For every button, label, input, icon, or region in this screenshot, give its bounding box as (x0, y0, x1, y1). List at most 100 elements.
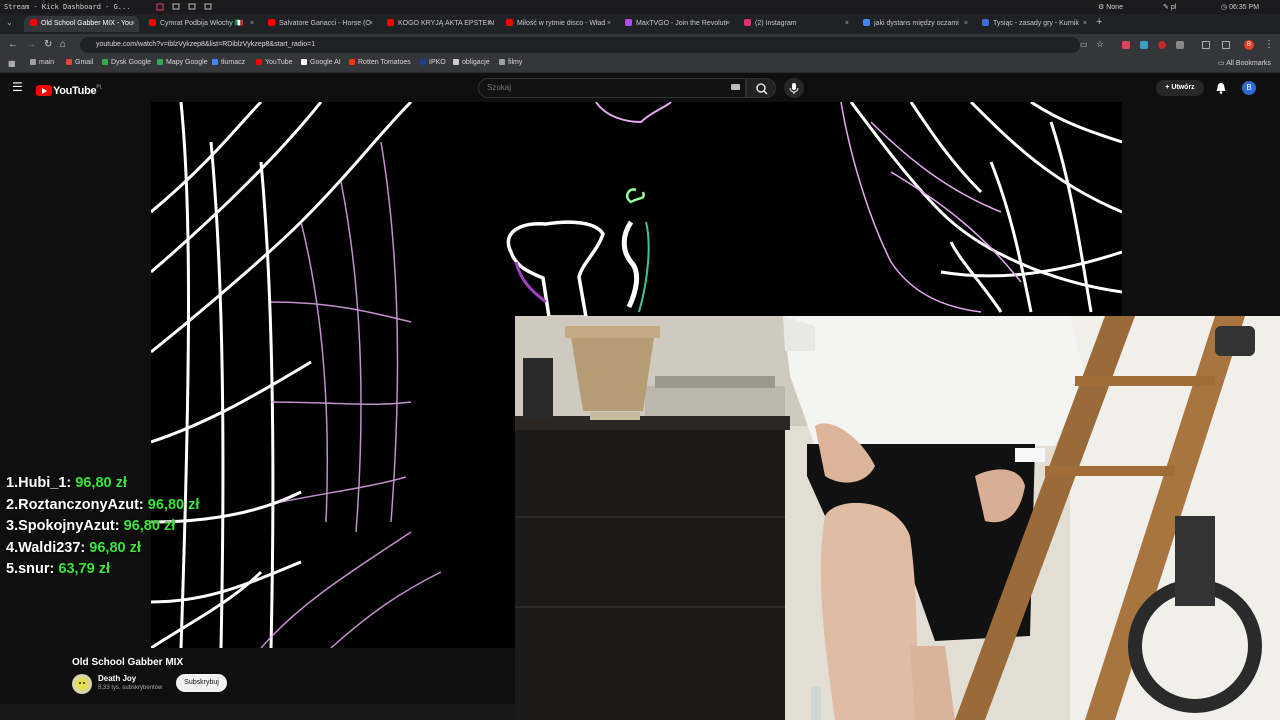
search-input[interactable] (478, 78, 746, 98)
tab-strip: ⌄ Old School Gabber MIX - You × Cymrat Pod… (0, 14, 1280, 34)
leaderboard-rank: 1. (6, 475, 19, 491)
leaderboard-amount: 96,80 zł (75, 475, 127, 491)
window-controls[interactable] (156, 3, 216, 13)
tab-7[interactable]: (2) Instagram × (738, 16, 853, 32)
reload-icon[interactable]: ↻ (44, 39, 52, 50)
bookmark-favicon-icon (301, 59, 307, 65)
bookmark-6[interactable]: YouTube (256, 59, 293, 66)
status-none[interactable]: ⚙ None (1098, 3, 1123, 11)
keyboard-icon[interactable] (731, 84, 740, 90)
youtube-logo[interactable]: YouTubePL (36, 82, 102, 97)
tab-title: KOGO KRYJĄ AKTA EPSTEIN (398, 20, 495, 27)
all-bookmarks[interactable]: ▭ All Bookmarks (1218, 59, 1271, 67)
bookmark-favicon-icon (157, 59, 163, 65)
bookmark-10[interactable]: obligacje (453, 59, 490, 66)
left-tunnel-inner (260, 141, 442, 648)
hamburger-menu-icon[interactable]: ☰ (12, 80, 23, 94)
bookmark-5[interactable]: tłumacz (212, 59, 245, 66)
apps-grid-icon[interactable]: ▦ (8, 59, 16, 68)
bookmark-4[interactable]: Mapy Google (157, 59, 208, 66)
leaderboard-name: RoztanczonyAzut: (18, 496, 144, 513)
new-tab-button[interactable]: + (1096, 16, 1102, 28)
leaderboard-name: Waldi237: (18, 539, 86, 556)
window-buttons-icon[interactable] (156, 3, 216, 11)
channel-name[interactable]: Death Joy (98, 674, 136, 683)
voice-search-button[interactable] (784, 78, 804, 98)
create-button[interactable]: + Utwórz (1156, 80, 1204, 96)
bookmark-label: Dysk Google (111, 59, 152, 66)
bookmark-2[interactable]: Gmail (66, 59, 93, 66)
menu-kebab-icon[interactable]: ⋮ (1264, 39, 1274, 50)
bookmark-7[interactable]: Google AI (301, 59, 341, 66)
back-icon[interactable]: ← (8, 39, 18, 50)
bookmark-favicon-icon (256, 59, 262, 65)
leaderboard-rank: 5. (6, 561, 19, 577)
leaderboard-row: 1.Hubi_1: 96,80 zł (6, 475, 199, 497)
leaderboard-amount: 63,79 zł (58, 561, 110, 577)
tab-8[interactable]: jaki dystans między oczami × (857, 16, 972, 32)
tab-favicon-icon (387, 19, 394, 26)
bookmark-favicon-icon (212, 59, 218, 65)
clock[interactable]: ◷ 06:35 PM (1221, 3, 1259, 11)
extension-icon[interactable] (1158, 41, 1166, 49)
bookmark-3[interactable]: Dysk Google (102, 59, 151, 66)
tab-close-icon[interactable]: × (607, 16, 611, 32)
tab-close-icon[interactable]: × (726, 16, 730, 32)
tab-title: Salvatore Ganacci - Horse (O (279, 20, 371, 27)
tab-title: Old School Gabber MIX - You (41, 20, 133, 27)
tab-close-icon[interactable]: × (369, 16, 373, 32)
subscriber-count: 8,33 tys. subskrybentów (98, 685, 163, 691)
tab-9[interactable]: Tysiąc - zasady gry - Kurnik × (976, 16, 1091, 32)
profile-icon[interactable]: B (1244, 40, 1254, 50)
notifications-bell-icon[interactable] (1214, 81, 1228, 95)
avatar-letter: B (1246, 83, 1252, 92)
tab-6[interactable]: MaxTVGO - Join the Revoluti × (619, 16, 734, 32)
tab-favicon-icon (625, 19, 632, 26)
bookmark-label: filmy (508, 59, 523, 66)
bookmark-label: main (39, 59, 55, 66)
video-title: Old School Gabber MIX (72, 657, 184, 668)
url-field[interactable]: youtube.com/watch?v=iblzVykzep8&list=RDi… (80, 37, 1080, 53)
tab-close-icon[interactable]: × (131, 16, 135, 32)
leaderboard-amount: 96,80 zł (147, 496, 200, 513)
account-avatar[interactable]: B (1242, 81, 1256, 95)
bookmark-label: IPKO (429, 59, 446, 66)
keyboard-layout[interactable]: ✎ pl (1163, 3, 1176, 11)
leaderboard-row: 2.RoztanczonyAzut: 96,80 zł (6, 497, 199, 519)
tab-close-icon[interactable]: × (845, 16, 849, 32)
tab-close-icon[interactable]: × (1083, 16, 1087, 32)
leaderboard-rank: 3. (6, 518, 19, 534)
channel-avatar-icon[interactable] (71, 673, 93, 695)
cast-icon[interactable]: ▭ (1080, 40, 1088, 49)
search-button[interactable] (746, 78, 776, 98)
bookmark-11[interactable]: filmy (499, 59, 522, 66)
all-bookmarks-label: All Bookmarks (1226, 60, 1271, 67)
webcam-overlay (515, 316, 1280, 720)
tab-close-icon[interactable]: × (250, 16, 254, 32)
home-icon[interactable]: ⌂ (60, 39, 66, 50)
bookmark-8[interactable]: Rotten Tomatoes (349, 59, 411, 66)
tab-5[interactable]: Miłość w rytmie disco - Wład × (500, 16, 615, 32)
subscribe-button[interactable]: Subskrybuj (176, 674, 227, 692)
tab-3[interactable]: Salvatore Ganacci - Horse (O × (262, 16, 377, 32)
bookmark-favicon-icon (499, 59, 505, 65)
tab-favicon-icon (863, 19, 870, 26)
tab-2[interactable]: Cymrat Podbija Włochy 🇮🇹 × (143, 16, 258, 32)
forward-icon[interactable]: → (26, 39, 36, 50)
leaderboard-amount: 96,80 zł (123, 518, 176, 534)
extensions-puzzle-icon[interactable] (1176, 41, 1184, 49)
bookmark-star-icon[interactable]: ☆ (1096, 39, 1104, 50)
tab-close-icon[interactable]: × (964, 16, 968, 32)
side-panel-icon[interactable] (1202, 41, 1210, 49)
extension-icon[interactable] (1122, 41, 1130, 49)
bookmark-9[interactable]: IPKO (420, 59, 446, 66)
tab-title: Miłość w rytmie disco - Wład (517, 20, 606, 27)
tab-1[interactable]: Old School Gabber MIX - You × (24, 16, 139, 32)
bookmarks-bar: ▦ main Gmail Dysk Google Mapy Google tłumacz… (0, 56, 1280, 73)
downloads-icon[interactable] (1222, 41, 1230, 49)
tab-search-icon[interactable]: ⌄ (6, 18, 13, 27)
tab-close-icon[interactable]: × (488, 16, 492, 32)
bookmark-1[interactable]: main (30, 59, 54, 66)
tab-4[interactable]: KOGO KRYJĄ AKTA EPSTEIN × (381, 16, 496, 32)
extension-icon[interactable] (1140, 41, 1148, 49)
